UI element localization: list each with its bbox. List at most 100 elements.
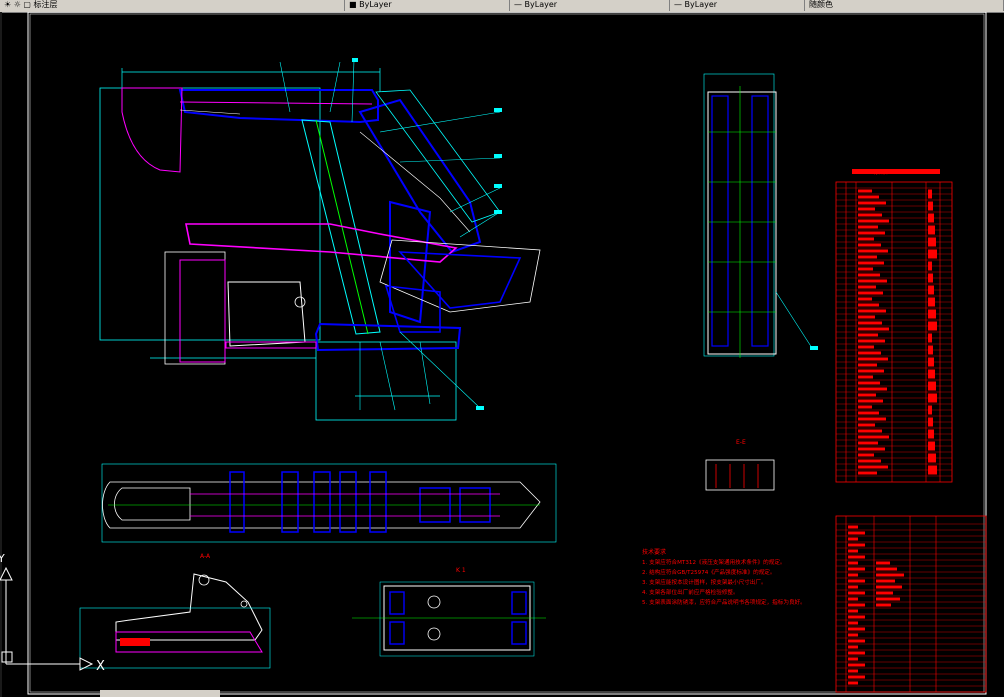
front-view-frame [707, 91, 777, 355]
table-cell-text [858, 327, 889, 331]
table-cell-text [858, 381, 880, 385]
section-aa-pin [240, 600, 248, 608]
table-cell-text [858, 399, 883, 403]
tech-requirement-line: 1. 支架应符合MT312《液压支架通用技术条件》的规定。 [642, 558, 786, 566]
table-cell-text [858, 465, 888, 469]
main-side-view [99, 58, 541, 421]
table-cell-text [858, 309, 886, 313]
table-cell-text [928, 201, 933, 211]
front-view-dimension [703, 73, 775, 357]
table-cell-text [848, 651, 865, 655]
table-cell-text [876, 579, 895, 583]
canopy-cap [121, 87, 183, 173]
canopy-beam [178, 89, 379, 124]
table-cell-text [848, 573, 858, 577]
canopy-line [179, 101, 373, 105]
title-block-cells [848, 525, 904, 685]
table-cell-text [928, 321, 937, 331]
table-cell-text [848, 615, 865, 619]
table-cell-text [858, 411, 879, 415]
color-icon: ■ [349, 0, 360, 9]
table-cell-text [876, 573, 904, 577]
table-cell-text [858, 297, 872, 301]
plotstyle-dropdown[interactable]: 随颜色 [805, 0, 1004, 11]
layer-dropdown[interactable]: ☀ ☼ ▢ 标注层 [0, 0, 345, 11]
motor-shaft [294, 296, 306, 308]
plotstyle-label: 随颜色 [809, 0, 833, 9]
dimension-frame-bottom [315, 341, 457, 421]
section-ee-label: E-E [736, 439, 746, 446]
table-cell-text [858, 453, 874, 457]
table-cell-text [858, 429, 882, 433]
plan-view-dimension [101, 463, 557, 543]
table-cell-text [876, 597, 900, 601]
plan-view-cylinders [229, 471, 491, 533]
base-frame [314, 322, 462, 352]
table-cell-text [858, 405, 872, 409]
lineweight-dropdown[interactable]: — ByLayer [670, 0, 805, 11]
table-cell-text [928, 273, 933, 283]
parts-list-table: 明细表 [835, 169, 953, 483]
table-cell-text [848, 657, 858, 661]
table-cell-text [858, 417, 886, 421]
view-k-label: K 1 [456, 567, 466, 574]
front-view-leader [775, 291, 813, 349]
table-cell-text [928, 261, 932, 271]
table-cell-text [928, 357, 934, 367]
table-cell-text [858, 261, 884, 265]
view-k-pin [427, 595, 441, 609]
table-cell-text [858, 207, 875, 211]
table-cell-text [928, 309, 936, 319]
table-cell-text [858, 237, 874, 241]
layout-tabs-bar[interactable] [100, 690, 220, 697]
table-cell-text [858, 369, 884, 373]
table-cell-text [858, 303, 879, 307]
table-cell-text [928, 441, 935, 451]
linetype-icon: — [514, 0, 525, 9]
table-cell-text [848, 543, 865, 547]
table-cell-text [858, 213, 882, 217]
ucs-x-label: X [96, 659, 105, 674]
table-cell-text [858, 189, 872, 193]
drawing-canvas[interactable]: E-E A-A K 1 技术要求 1. 支架应符合MT312《液压支架通用技术条… [0, 12, 1004, 697]
table-cell-text [876, 591, 893, 595]
table-cell-text [858, 279, 887, 283]
table-cell-text [848, 663, 865, 667]
table-cell-text [858, 447, 885, 451]
view-k: K 1 [352, 567, 546, 657]
table-cell-text [858, 387, 887, 391]
table-cell-text [848, 609, 858, 613]
lineweight-label: ByLayer [684, 0, 718, 9]
table-cell-text [928, 213, 934, 223]
table-cell-text [848, 579, 865, 583]
table-cell-text [858, 249, 888, 253]
table-cell-text [858, 225, 878, 229]
section-aa-label: A-A [200, 553, 211, 560]
section-aa-body [115, 573, 263, 641]
front-view-column-right [751, 95, 769, 347]
table-cell-text [848, 567, 865, 571]
table-cell-text [858, 375, 873, 379]
tech-requirement-line: 2. 结构应符合GB/T25974《产品强度标准》的规定。 [642, 568, 775, 576]
linetype-dropdown[interactable]: — ByLayer [510, 0, 670, 11]
table-cell-text [876, 603, 891, 607]
table-cell-text [858, 201, 886, 205]
view-k-pin [427, 627, 441, 641]
front-view [703, 73, 818, 358]
table-cell-text [858, 231, 885, 235]
table-cell-text [858, 363, 877, 367]
color-label: ByLayer [359, 0, 392, 9]
table-cell-text [848, 537, 858, 541]
table-cell-text [876, 585, 902, 589]
table-cell-text [858, 471, 877, 475]
color-dropdown[interactable]: ■ ByLayer [345, 0, 510, 11]
parts-list-title-bar [852, 169, 940, 174]
table-cell-text [928, 381, 936, 391]
motor-body [227, 281, 306, 347]
table-cell-text [858, 285, 876, 289]
table-cell-text [858, 393, 876, 397]
table-cell-text [848, 669, 858, 673]
table-cell-text [848, 645, 858, 649]
section-aa-hatch [120, 638, 150, 646]
table-cell-text [848, 597, 858, 601]
